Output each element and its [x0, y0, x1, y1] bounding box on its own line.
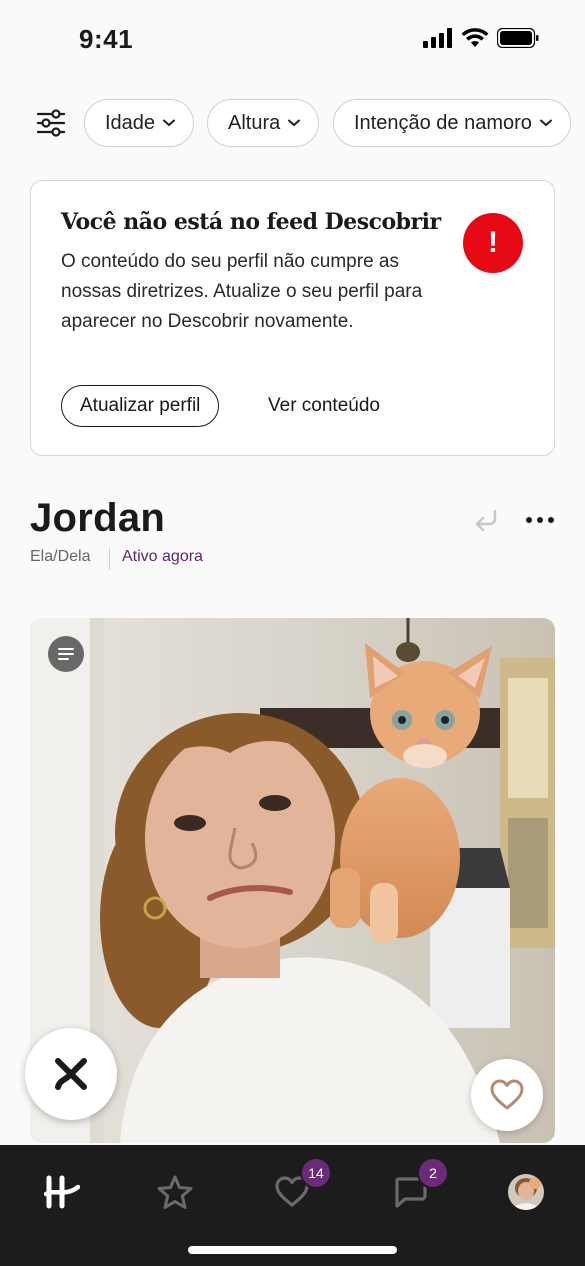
- profile-name: Jordan: [30, 496, 166, 540]
- tab-profile[interactable]: [496, 1167, 556, 1217]
- active-status: Ativo agora: [122, 548, 203, 565]
- caption-icon[interactable]: [48, 636, 84, 672]
- dismiss-button[interactable]: [25, 1028, 117, 1120]
- filter-row: Idade Altura Intenção de namoro: [0, 99, 585, 147]
- update-profile-button[interactable]: Atualizar perfil: [61, 385, 220, 427]
- battery-icon: [497, 28, 539, 48]
- cellular-signal-icon: [423, 28, 452, 48]
- sliders-icon[interactable]: [36, 108, 66, 138]
- more-options-icon[interactable]: [524, 510, 556, 530]
- chevron-down-icon: [163, 119, 176, 127]
- discover-warning-card: Você não está no feed Descobrir O conteú…: [30, 180, 555, 456]
- matches-count-badge: 2: [417, 1157, 449, 1189]
- chevron-down-icon: [539, 119, 552, 127]
- status-bar: 9:41: [0, 0, 585, 80]
- likes-count-badge: 14: [300, 1157, 332, 1189]
- tab-bar: 14 2: [0, 1145, 585, 1266]
- profile-pronouns: Ela/Dela: [30, 548, 91, 565]
- like-button[interactable]: [471, 1059, 543, 1131]
- chevron-down-icon: [288, 119, 301, 127]
- tab-standouts[interactable]: [145, 1167, 205, 1217]
- meta-divider: [109, 548, 110, 570]
- home-indicator: [188, 1246, 397, 1254]
- filter-chip-age[interactable]: Idade: [84, 99, 195, 147]
- profile-avatar: [508, 1174, 544, 1210]
- star-icon: [157, 1175, 193, 1209]
- alert-icon: !: [463, 213, 523, 273]
- filter-chip-height[interactable]: Altura: [207, 99, 320, 147]
- tab-discover[interactable]: [32, 1167, 92, 1217]
- wifi-icon: [461, 28, 489, 47]
- heart-icon: [490, 1079, 524, 1110]
- chip-label: Intenção de namoro: [354, 111, 532, 134]
- text-lines-icon: [58, 648, 74, 660]
- hinge-logo-icon: [44, 1175, 80, 1209]
- undo-icon[interactable]: [473, 507, 499, 533]
- alert-body: O conteúdo do seu perfil não cumpre as n…: [61, 251, 423, 332]
- view-content-button[interactable]: Ver conteúdo: [268, 385, 380, 427]
- chip-label: Altura: [228, 111, 281, 134]
- chip-label: Idade: [105, 111, 156, 134]
- status-icons: [423, 28, 539, 48]
- close-icon: [55, 1058, 87, 1090]
- status-time: 9:41: [79, 24, 134, 54]
- alert-title: Você não está no feed Descobrir: [61, 209, 441, 235]
- filter-chip-dating-intention[interactable]: Intenção de namoro: [333, 99, 571, 147]
